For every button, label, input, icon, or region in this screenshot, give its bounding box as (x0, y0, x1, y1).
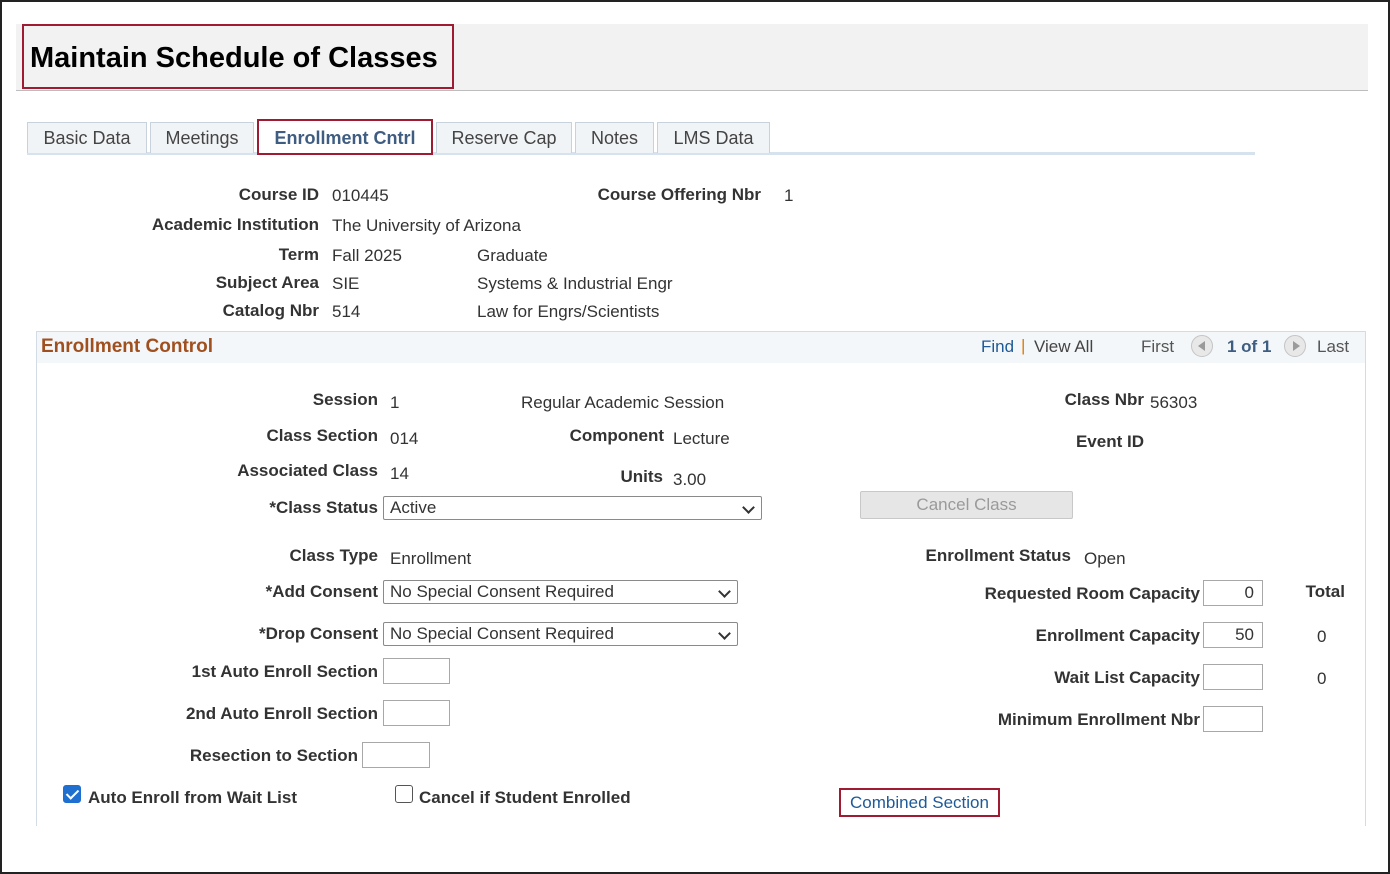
course-offering-label: Course Offering Nbr (597, 185, 761, 204)
combined-section-link[interactable]: Combined Section (839, 788, 1000, 817)
class-status-select[interactable]: Active (383, 496, 762, 520)
wait-list-capacity-input[interactable] (1203, 664, 1263, 690)
tab-notes[interactable]: Notes (575, 122, 654, 153)
units-value: 3.00 (673, 470, 707, 489)
drop-consent-select[interactable]: No Special Consent Required (383, 622, 738, 646)
panel-title: Enrollment Control (41, 336, 214, 357)
auto-enroll-1-input[interactable] (383, 658, 450, 684)
class-type-value: Enrollment (390, 549, 472, 568)
cancel-class-button[interactable]: Cancel Class (860, 491, 1073, 519)
session-desc: Regular Academic Session (521, 393, 725, 412)
drop-consent-value: No Special Consent Required (390, 624, 614, 643)
enrollment-status-label: Enrollment Status (925, 546, 1071, 565)
class-nbr-value: 56303 (1150, 393, 1198, 412)
add-consent-select[interactable]: No Special Consent Required (383, 580, 738, 604)
requested-room-capacity-label: Requested Room Capacity (984, 584, 1200, 603)
wait-list-capacity-label: Wait List Capacity (1054, 668, 1200, 687)
total-label: Total (1305, 582, 1345, 601)
tab-enrollment-cntrl[interactable]: Enrollment Cntrl (257, 119, 433, 155)
course-offering-value: 1 (784, 186, 794, 205)
auto-enroll-wait-list-checkbox[interactable] (63, 785, 81, 803)
tab-reserve-cap[interactable]: Reserve Cap (436, 122, 572, 153)
nav-separator: | (1021, 336, 1026, 355)
session-label: Session (312, 390, 378, 409)
add-consent-label: *Add Consent (265, 582, 378, 601)
class-section-value: 014 (390, 429, 419, 448)
component-value: Lecture (673, 429, 730, 448)
page-title: Maintain Schedule of Classes (30, 42, 438, 74)
auto-enroll-2-label: 2nd Auto Enroll Section (185, 704, 378, 723)
minimum-enrollment-label: Minimum Enrollment Nbr (997, 710, 1200, 729)
event-id-label: Event ID (1075, 432, 1144, 451)
wait-list-total: 0 (1317, 669, 1327, 688)
catalog-nbr-value: 514 (332, 302, 361, 321)
course-id-label: Course ID (238, 185, 319, 204)
page-title-highlight: Maintain Schedule of Classes (22, 24, 454, 89)
subject-area-label: Subject Area (215, 273, 319, 292)
requested-room-capacity-input[interactable]: 0 (1203, 580, 1263, 606)
chevron-down-icon (718, 585, 731, 598)
resection-label: Resection to Section (189, 746, 358, 765)
term-label: Term (278, 245, 319, 264)
career-value: Graduate (477, 246, 548, 265)
institution-label: Academic Institution (151, 215, 319, 234)
previous-icon[interactable] (1191, 335, 1213, 357)
chevron-down-icon (742, 501, 755, 514)
subject-area-desc: Systems & Industrial Engr (477, 274, 673, 293)
page-info: 1 of 1 (1227, 337, 1272, 356)
component-label: Component (569, 426, 664, 445)
catalog-desc: Law for Engrs/Scientists (477, 302, 660, 321)
chevron-down-icon (718, 627, 731, 640)
next-icon[interactable] (1284, 335, 1306, 357)
last-link[interactable]: Last (1317, 337, 1349, 357)
class-status-label: *Class Status (269, 498, 378, 517)
cancel-if-enrolled-label: Cancel if Student Enrolled (419, 788, 631, 807)
catalog-nbr-label: Catalog Nbr (222, 301, 319, 320)
subject-area-value: SIE (332, 274, 360, 293)
drop-consent-label: *Drop Consent (259, 624, 378, 643)
enrollment-capacity-label: Enrollment Capacity (1035, 626, 1200, 645)
auto-enroll-1-label: 1st Auto Enroll Section (191, 662, 378, 681)
cancel-if-enrolled-checkbox[interactable] (395, 785, 413, 803)
class-nbr-label: Class Nbr (1064, 390, 1144, 409)
term-value: Fall 2025 (332, 246, 402, 265)
resection-input[interactable] (362, 742, 430, 768)
auto-enroll-2-input[interactable] (383, 700, 450, 726)
associated-class-value: 14 (390, 464, 409, 483)
tab-basic-data[interactable]: Basic Data (27, 122, 147, 153)
enrollment-total: 0 (1317, 627, 1327, 646)
class-section-label: Class Section (266, 426, 379, 445)
class-type-label: Class Type (289, 546, 378, 565)
add-consent-value: No Special Consent Required (390, 582, 614, 601)
find-link[interactable]: Find (981, 337, 1014, 357)
tab-lms-data[interactable]: LMS Data (657, 122, 770, 153)
session-value: 1 (390, 393, 400, 412)
enrollment-status-value: Open (1084, 549, 1126, 568)
course-id-value: 010445 (332, 186, 389, 205)
tab-meetings[interactable]: Meetings (150, 122, 254, 153)
institution-value: The University of Arizona (332, 216, 521, 235)
minimum-enrollment-input[interactable] (1203, 706, 1263, 732)
enrollment-capacity-input[interactable]: 50 (1203, 622, 1263, 648)
view-all-link[interactable]: View All (1034, 337, 1093, 357)
class-status-value: Active (390, 498, 437, 517)
units-label: Units (620, 467, 664, 486)
associated-class-label: Associated Class (237, 461, 378, 480)
first-link[interactable]: First (1141, 337, 1174, 357)
auto-enroll-wait-list-label: Auto Enroll from Wait List (88, 788, 298, 807)
